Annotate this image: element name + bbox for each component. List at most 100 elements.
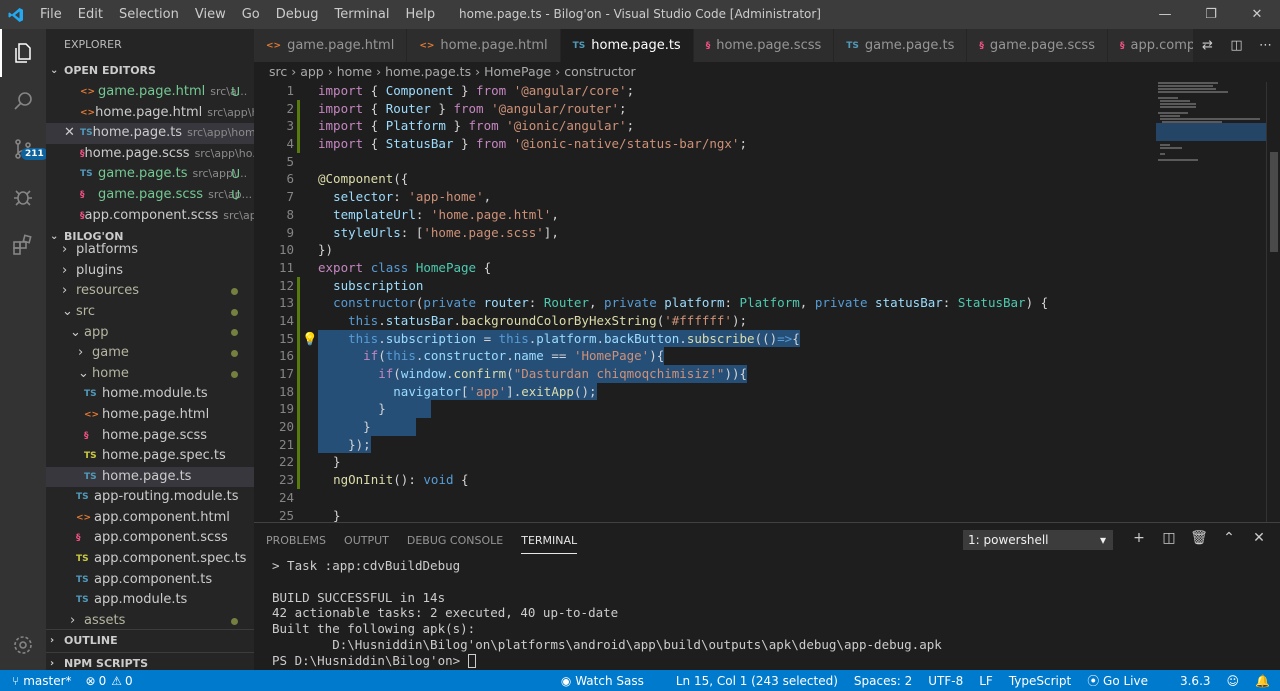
file-item[interactable]: TS app-routing.module.ts <box>46 487 254 508</box>
maximize-panel-icon[interactable]: ⌃ <box>1214 530 1244 546</box>
breadcrumb-item[interactable]: src <box>269 64 287 79</box>
source-control-icon[interactable]: 211 <box>0 125 48 173</box>
breadcrumb-item[interactable]: home.page.ts <box>385 64 471 79</box>
folder-item[interactable]: ⌄ home <box>46 364 254 385</box>
open-editor-item[interactable]: §app.component.scsssrc\app <box>46 206 254 227</box>
open-editor-item[interactable]: <>home.page.htmlsrc\app\ho... <box>46 103 254 124</box>
breadcrumb-item[interactable]: home <box>337 64 372 79</box>
go-live-button[interactable]: ⦿ Go Live <box>1087 672 1164 689</box>
warning-count[interactable]: 0 <box>125 674 133 688</box>
folder-item[interactable]: › plugins <box>46 261 254 282</box>
panel-tab-terminal[interactable]: TERMINAL <box>521 528 578 554</box>
file-item[interactable]: TS home.page.ts <box>46 466 254 488</box>
folder-item[interactable]: ⌄ app <box>46 323 254 344</box>
restore-button[interactable]: ❐ <box>1188 0 1234 29</box>
new-terminal-icon[interactable]: + <box>1124 530 1154 546</box>
npm-scripts-header[interactable]: › NPM SCRIPTS <box>46 652 254 670</box>
code-editor[interactable]: 1 import { Component } from '@angular/cor… <box>254 82 1280 522</box>
more-actions-icon[interactable]: ⋯ <box>1251 29 1280 62</box>
open-changes-icon[interactable]: ⇄ <box>1193 29 1222 62</box>
scss-file-icon: § <box>1119 40 1125 51</box>
file-item[interactable]: <> home.page.html <box>46 405 254 426</box>
lightbulb-icon[interactable]: 💡 <box>302 330 318 348</box>
minimap[interactable] <box>1156 82 1266 172</box>
eol[interactable]: LF <box>979 674 993 688</box>
tab-home-page-ts[interactable]: TS home.page.ts <box>560 29 694 62</box>
open-editors-header[interactable]: ⌄ OPEN EDITORS <box>46 60 254 82</box>
folder-item[interactable]: › platforms <box>46 240 254 261</box>
folder-item[interactable]: › resources <box>46 281 254 302</box>
terminal[interactable]: > Task :app:cdvBuildDebug BUILD SUCCESSF… <box>254 558 1280 669</box>
file-item[interactable]: TS home.page.spec.ts <box>46 446 254 467</box>
untracked-badge: U <box>231 85 240 99</box>
minimize-button[interactable]: — <box>1142 0 1188 29</box>
ts-file-icon: TS <box>76 595 89 606</box>
menu-bar: File Edit Selection View Go Debug Terminal Help <box>32 0 443 29</box>
menu-debug[interactable]: Debug <box>268 0 327 29</box>
menu-go[interactable]: Go <box>234 0 268 29</box>
tab-game-page-ts[interactable]: TS game.page.ts <box>834 29 968 62</box>
menu-terminal[interactable]: Terminal <box>327 0 398 29</box>
file-item[interactable]: TS app.module.ts <box>46 590 254 611</box>
chevron-right-icon: › <box>62 242 68 258</box>
editor-scrollbar[interactable] <box>1266 82 1280 522</box>
panel-tab-problems[interactable]: PROBLEMS <box>266 528 326 553</box>
chevron-down-icon: ⌄ <box>78 365 89 381</box>
html-file-icon: <> <box>80 87 96 97</box>
indentation[interactable]: Spaces: 2 <box>854 674 912 688</box>
debug-icon[interactable] <box>0 173 46 221</box>
menu-edit[interactable]: Edit <box>70 0 111 29</box>
open-editor-item[interactable]: <> game.page.html src\a... U <box>46 82 254 103</box>
settings-gear-icon[interactable] <box>0 621 46 669</box>
split-editor-icon[interactable]: ◫ <box>1222 29 1251 62</box>
scss-file-icon: § <box>76 533 81 544</box>
chevron-down-icon: ⌄ <box>70 324 81 340</box>
open-editor-item[interactable]: TS game.page.ts src\app\... U <box>46 164 254 185</box>
terminal-select[interactable]: 1: powershell <box>963 530 1113 550</box>
folder-item[interactable]: › game <box>46 343 254 364</box>
outline-header[interactable]: › OUTLINE <box>46 630 254 652</box>
panel-tab-debug-console[interactable]: DEBUG CONSOLE <box>407 528 503 553</box>
tab-home-page-html[interactable]: <> home.page.html <box>407 29 561 62</box>
menu-file[interactable]: File <box>32 0 70 29</box>
tab-home-page-scss[interactable]: § home.page.scss <box>693 29 835 62</box>
open-editor-item[interactable]: § game.page.scss src\ap... U <box>46 185 254 206</box>
breadcrumb-item[interactable]: app <box>300 64 324 79</box>
version[interactable]: 3.6.3 <box>1180 674 1211 688</box>
close-icon[interactable]: ✕ <box>64 123 75 144</box>
file-item[interactable]: TS app.component.spec.ts <box>46 549 254 570</box>
explorer-icon[interactable] <box>0 29 46 77</box>
extensions-icon[interactable] <box>0 221 46 269</box>
open-editor-item[interactable]: ✕TShome.page.tssrc\app\home <box>46 123 254 144</box>
file-item[interactable]: TS home.module.ts <box>46 384 254 405</box>
breadcrumb-item[interactable]: constructor <box>564 64 635 79</box>
file-tree: › platforms › plugins › resources ⌄ src ⌄ app › gam… <box>46 240 254 631</box>
feedback-icon[interactable]: ☺ <box>1227 674 1240 688</box>
error-count[interactable]: 0 <box>99 674 107 688</box>
encoding[interactable]: UTF-8 <box>928 674 963 688</box>
watch-sass-button[interactable]: ◉ Watch Sass <box>561 674 660 688</box>
split-terminal-icon[interactable]: ◫ <box>1154 530 1184 546</box>
folder-item[interactable]: ⌄ src <box>46 302 254 323</box>
file-item[interactable]: § app.component.scss <box>46 528 254 549</box>
search-icon[interactable] <box>0 77 46 125</box>
menu-selection[interactable]: Selection <box>111 0 187 29</box>
tab-game-page-html[interactable]: <> game.page.html <box>254 29 408 62</box>
tab-game-page-scss[interactable]: § game.page.scss <box>967 29 1108 62</box>
bottom-panel: PROBLEMS OUTPUT DEBUG CONSOLE TERMINAL 1: p… <box>254 522 1280 670</box>
file-item[interactable]: <> app.component.html <box>46 508 254 529</box>
language-mode[interactable]: TypeScript <box>1009 674 1071 688</box>
cursor-position[interactable]: Ln 15, Col 1 (243 selected) <box>676 674 838 688</box>
close-panel-icon[interactable]: ✕ <box>1244 530 1274 546</box>
panel-tab-output[interactable]: OUTPUT <box>344 528 389 553</box>
breadcrumb-item[interactable]: HomePage <box>484 64 551 79</box>
file-item[interactable]: § home.page.scss <box>46 426 254 447</box>
file-item[interactable]: TS app.component.ts <box>46 570 254 591</box>
notifications-icon[interactable]: 🔔 <box>1255 674 1270 688</box>
menu-view[interactable]: View <box>187 0 234 29</box>
branch-name[interactable]: master* <box>23 674 71 688</box>
trash-icon[interactable]: 🗑 <box>1184 530 1214 546</box>
close-window-button[interactable]: ✕ <box>1234 0 1280 29</box>
menu-help[interactable]: Help <box>397 0 443 29</box>
open-editor-item[interactable]: §home.page.scsssrc\app\ho... <box>46 144 254 165</box>
